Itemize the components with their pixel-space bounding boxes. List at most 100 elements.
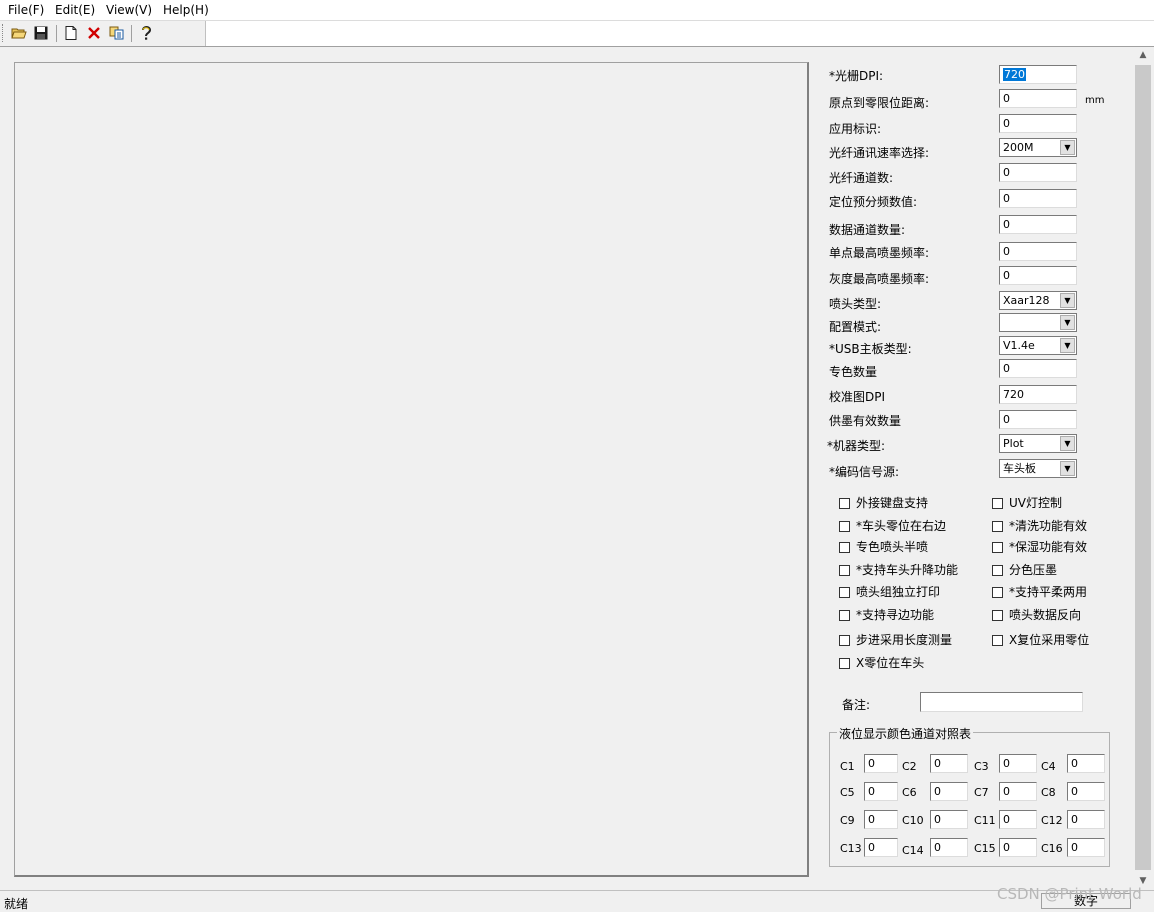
app-id-label: 应用标识: <box>829 122 882 136</box>
checkbox-moisturizing[interactable]: *保湿功能有效 <box>992 538 1087 554</box>
prediv-input[interactable]: 0 <box>999 189 1077 208</box>
left-view-pane[interactable] <box>14 62 809 877</box>
fiber-channels-label: 光纤通道数: <box>829 171 894 185</box>
checkbox-box[interactable] <box>992 565 1003 576</box>
remark-input[interactable] <box>920 692 1083 712</box>
checkbox-box[interactable] <box>992 587 1003 598</box>
channel-input-c4[interactable]: 0 <box>1067 754 1105 773</box>
channel-input-c16[interactable]: 0 <box>1067 838 1105 857</box>
checkbox-label: 专色喷头半喷 <box>856 540 929 554</box>
channel-input-c1[interactable]: 0 <box>864 754 898 773</box>
head-type-select[interactable]: Xaar128 ▼ <box>999 291 1077 310</box>
scroll-up-icon[interactable]: ▲ <box>1134 47 1152 64</box>
checkbox-box[interactable] <box>839 610 850 621</box>
checkbox-box[interactable] <box>992 542 1003 553</box>
menu-view[interactable]: View(V) <box>106 3 152 17</box>
fiber-channels-input[interactable]: 0 <box>999 163 1077 182</box>
checkbox-x-reset-zero[interactable]: X复位采用零位 <box>992 631 1089 647</box>
checkbox-external-keyboard[interactable]: 外接键盘支持 <box>839 494 928 510</box>
channel-input-c13[interactable]: 0 <box>864 838 898 857</box>
checkbox-box[interactable] <box>839 498 850 509</box>
channel-input-c7[interactable]: 0 <box>999 782 1037 801</box>
checkbox-group-independent-print[interactable]: 喷头组独立打印 <box>839 583 940 599</box>
menu-help[interactable]: Help(H) <box>163 3 209 17</box>
channel-label-c15: C15 <box>974 842 996 855</box>
ink-supply-label: 供墨有效数量 <box>829 414 902 428</box>
channel-input-c12[interactable]: 0 <box>1067 810 1105 829</box>
dpi-input[interactable]: 720 <box>999 65 1077 84</box>
app-id-input[interactable]: 0 <box>999 114 1077 133</box>
channel-input-c2[interactable]: 0 <box>930 754 968 773</box>
checkbox-box[interactable] <box>839 565 850 576</box>
chevron-down-icon[interactable]: ▼ <box>1060 293 1075 308</box>
checkbox-edge-finding[interactable]: *支持寻边功能 <box>839 606 934 622</box>
checkbox-box[interactable] <box>839 542 850 553</box>
checkbox-box[interactable] <box>839 587 850 598</box>
checkbox-box[interactable] <box>839 658 850 669</box>
spot-count-label: 专色数量 <box>829 365 878 379</box>
channel-input-c5[interactable]: 0 <box>864 782 898 801</box>
vertical-scrollbar[interactable]: ▲ ▼ <box>1134 47 1152 890</box>
usb-board-select[interactable]: V1.4e ▼ <box>999 336 1077 355</box>
spot-count-input[interactable]: 0 <box>999 359 1077 378</box>
save-button[interactable] <box>31 24 51 42</box>
save-icon <box>34 26 48 40</box>
checkbox-x-zero-on-head[interactable]: X零位在车头 <box>839 654 924 670</box>
checkbox-spot-half-jet[interactable]: 专色喷头半喷 <box>839 538 928 554</box>
checkbox-label: *支持平柔两用 <box>1009 585 1088 599</box>
channel-input-c15[interactable]: 0 <box>999 838 1037 857</box>
data-channels-input[interactable]: 0 <box>999 215 1077 234</box>
calib-dpi-input[interactable]: 720 <box>999 385 1077 404</box>
channel-input-c11[interactable]: 0 <box>999 810 1037 829</box>
help-button[interactable] <box>136 24 156 42</box>
chevron-down-icon[interactable]: ▼ <box>1060 338 1075 353</box>
checkbox-box[interactable] <box>992 635 1003 646</box>
single-freq-input[interactable]: 0 <box>999 242 1077 261</box>
checkbox-uv-lamp[interactable]: UV灯控制 <box>992 494 1062 510</box>
checkbox-flat-soft-dual[interactable]: *支持平柔两用 <box>992 583 1087 599</box>
encoder-src-select[interactable]: 车头板 ▼ <box>999 459 1077 478</box>
menu-edit[interactable]: Edit(E) <box>55 3 95 17</box>
toolbar-grip[interactable] <box>2 24 5 42</box>
chevron-down-icon[interactable]: ▼ <box>1060 461 1075 476</box>
checkbox-box[interactable] <box>839 521 850 532</box>
checkbox-cleaning[interactable]: *清洗功能有效 <box>992 517 1087 533</box>
status-bar: 就绪 数字 <box>0 890 1154 911</box>
ink-supply-input[interactable]: 0 <box>999 410 1077 429</box>
checkbox-box[interactable] <box>992 521 1003 532</box>
copy-button[interactable] <box>107 24 127 42</box>
checkbox-box[interactable] <box>992 610 1003 621</box>
chevron-down-icon[interactable]: ▼ <box>1060 436 1075 451</box>
machine-type-select[interactable]: Plot ▼ <box>999 434 1077 453</box>
menu-file[interactable]: File(F) <box>8 3 44 17</box>
single-freq-label: 单点最高喷墨频率: <box>829 246 930 260</box>
checkbox-box[interactable] <box>992 498 1003 509</box>
channel-input-c10[interactable]: 0 <box>930 810 968 829</box>
checkbox-head-data-reverse[interactable]: 喷头数据反向 <box>992 606 1081 622</box>
new-button[interactable] <box>61 24 81 42</box>
checkbox-head-lift[interactable]: *支持车头升降功能 <box>839 561 958 577</box>
chevron-down-icon[interactable]: ▼ <box>1060 140 1075 155</box>
toolbar-separator <box>131 25 132 42</box>
config-mode-select[interactable]: ▼ <box>999 313 1077 332</box>
checkbox-label: 外接键盘支持 <box>856 496 929 510</box>
usb-board-label: *USB主板类型: <box>829 342 912 356</box>
channel-input-c14[interactable]: 0 <box>930 838 968 857</box>
channel-input-c3[interactable]: 0 <box>999 754 1037 773</box>
delete-button[interactable] <box>84 24 104 42</box>
checkbox-box[interactable] <box>839 635 850 646</box>
checkbox-head-zero-right[interactable]: *车头零位在右边 <box>839 517 946 533</box>
gray-freq-input[interactable]: 0 <box>999 266 1077 285</box>
open-button[interactable] <box>9 24 29 42</box>
checkbox-step-length-measure[interactable]: 步进采用长度测量 <box>839 631 952 647</box>
channel-input-c9[interactable]: 0 <box>864 810 898 829</box>
scroll-thumb[interactable] <box>1135 65 1151 870</box>
fiber-rate-label: 光纤通讯速率选择: <box>829 146 930 160</box>
channel-input-c6[interactable]: 0 <box>930 782 968 801</box>
checkbox-color-press[interactable]: 分色压墨 <box>992 561 1057 577</box>
fiber-rate-select[interactable]: 200M ▼ <box>999 138 1077 157</box>
chevron-down-icon[interactable]: ▼ <box>1060 315 1075 330</box>
channel-input-c8[interactable]: 0 <box>1067 782 1105 801</box>
origin-distance-input[interactable]: 0 <box>999 89 1077 108</box>
checkbox-label: *车头零位在右边 <box>856 519 947 533</box>
